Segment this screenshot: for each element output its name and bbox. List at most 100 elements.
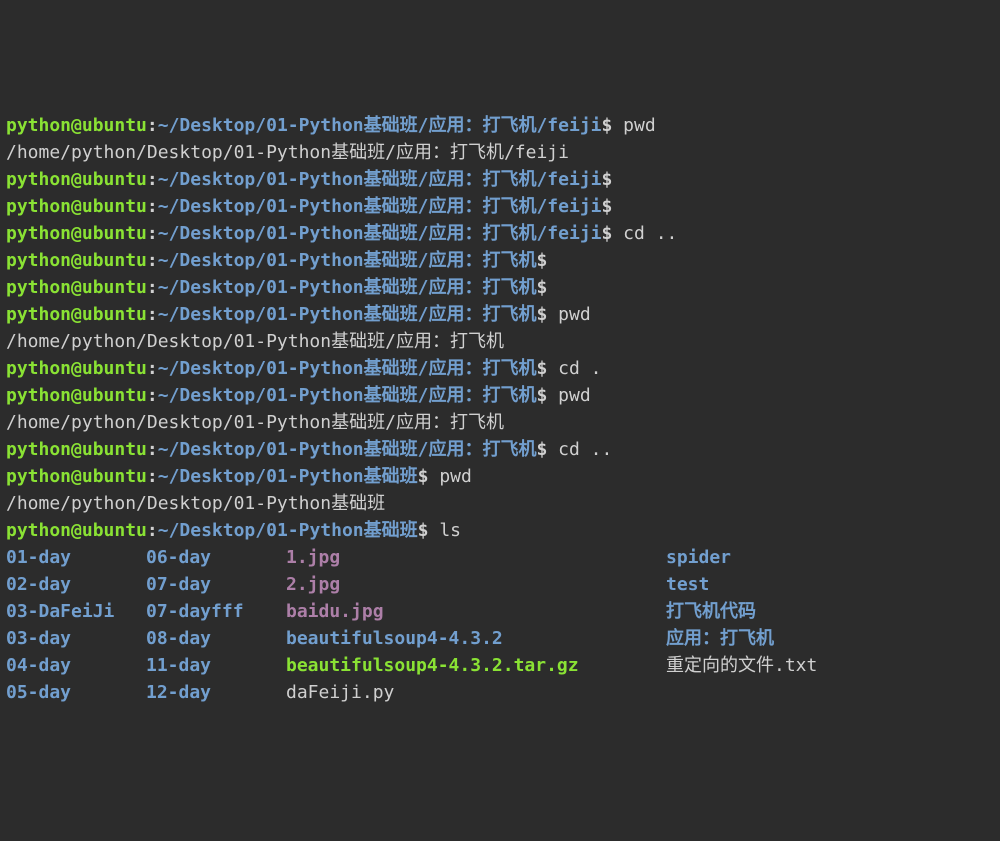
command-text[interactable]: cd .. [547,439,612,460]
output-text: /home/python/Desktop/01-Python基础班/应用：打飞机 [6,331,504,352]
command-text[interactable]: cd . [547,358,601,379]
terminal-line: python@ubuntu:~/Desktop/01-Python基础班/应用：… [6,220,994,247]
prompt-colon: : [147,439,158,460]
prompt-symbol: $ [536,439,547,460]
ls-row: 03-DaFeiJi07-dayfffbaidu.jpg打飞机代码 [6,598,994,625]
command-text[interactable]: pwd [612,115,655,136]
terminal-line: python@ubuntu:~/Desktop/01-Python基础班/应用：… [6,274,994,301]
command-text[interactable]: pwd [428,466,471,487]
prompt-colon: : [147,304,158,325]
prompt-symbol: $ [536,277,547,298]
prompt-user-host: python@ubuntu [6,169,147,190]
ls-item: 07-dayfff [146,598,286,625]
terminal-line: /home/python/Desktop/01-Python基础班/应用：打飞机 [6,328,994,355]
prompt-path: ~/Desktop/01-Python基础班 [158,466,418,487]
prompt-symbol: $ [602,196,613,217]
prompt-path: ~/Desktop/01-Python基础班/应用：打飞机/feiji [158,115,602,136]
ls-item: 1.jpg [286,544,666,571]
prompt-colon: : [147,277,158,298]
prompt-user-host: python@ubuntu [6,196,147,217]
prompt-colon: : [147,115,158,136]
terminal-line: python@ubuntu:~/Desktop/01-Python基础班/应用：… [6,247,994,274]
ls-item: 打飞机代码 [666,598,994,625]
prompt-path: ~/Desktop/01-Python基础班/应用：打飞机 [158,385,537,406]
prompt-colon: : [147,169,158,190]
prompt-user-host: python@ubuntu [6,385,147,406]
terminal-line: python@ubuntu:~/Desktop/01-Python基础班$ ls [6,517,994,544]
terminal-line: python@ubuntu:~/Desktop/01-Python基础班$ pw… [6,463,994,490]
prompt-colon: : [147,196,158,217]
prompt-symbol: $ [418,466,429,487]
prompt-colon: : [147,466,158,487]
ls-row: 03-day08-daybeautifulsoup4-4.3.2应用：打飞机 [6,625,994,652]
prompt-user-host: python@ubuntu [6,520,147,541]
ls-row: 04-day11-daybeautifulsoup4-4.3.2.tar.gz重… [6,652,994,679]
ls-row: 05-day12-daydaFeiji.py [6,679,994,706]
prompt-path: ~/Desktop/01-Python基础班/应用：打飞机 [158,439,537,460]
terminal-line: python@ubuntu:~/Desktop/01-Python基础班/应用：… [6,112,994,139]
command-text[interactable]: ls [428,520,461,541]
ls-item: 01-day [6,544,146,571]
prompt-path: ~/Desktop/01-Python基础班/应用：打飞机/feiji [158,223,602,244]
prompt-path: ~/Desktop/01-Python基础班/应用：打飞机 [158,277,537,298]
prompt-path: ~/Desktop/01-Python基础班/应用：打飞机 [158,358,537,379]
prompt-colon: : [147,520,158,541]
terminal-line: /home/python/Desktop/01-Python基础班/应用：打飞机 [6,409,994,436]
prompt-user-host: python@ubuntu [6,358,147,379]
prompt-symbol: $ [536,358,547,379]
ls-item: beautifulsoup4-4.3.2 [286,625,666,652]
output-text: /home/python/Desktop/01-Python基础班/应用：打飞机… [6,142,569,163]
prompt-symbol: $ [602,115,613,136]
ls-item: daFeiji.py [286,679,666,706]
prompt-user-host: python@ubuntu [6,115,147,136]
ls-item: spider [666,544,994,571]
prompt-user-host: python@ubuntu [6,250,147,271]
ls-item: 02-day [6,571,146,598]
ls-item: 重定向的文件.txt [666,652,994,679]
ls-item: 05-day [6,679,146,706]
ls-item: baidu.jpg [286,598,666,625]
ls-item: 04-day [6,652,146,679]
ls-item: 06-day [146,544,286,571]
prompt-symbol: $ [536,250,547,271]
ls-item: 12-day [146,679,286,706]
terminal-line: python@ubuntu:~/Desktop/01-Python基础班/应用：… [6,301,994,328]
prompt-user-host: python@ubuntu [6,304,147,325]
prompt-path: ~/Desktop/01-Python基础班/应用：打飞机 [158,304,537,325]
prompt-symbol: $ [602,223,613,244]
prompt-colon: : [147,358,158,379]
ls-item: beautifulsoup4-4.3.2.tar.gz [286,652,666,679]
ls-item: 应用：打飞机 [666,625,994,652]
ls-row: 02-day07-day2.jpgtest [6,571,994,598]
prompt-user-host: python@ubuntu [6,277,147,298]
ls-item: 03-day [6,625,146,652]
prompt-path: ~/Desktop/01-Python基础班/应用：打飞机/feiji [158,169,602,190]
prompt-symbol: $ [602,169,613,190]
terminal-output[interactable]: python@ubuntu:~/Desktop/01-Python基础班/应用：… [6,112,994,706]
prompt-symbol: $ [536,304,547,325]
prompt-path: ~/Desktop/01-Python基础班 [158,520,418,541]
terminal-line: python@ubuntu:~/Desktop/01-Python基础班/应用：… [6,355,994,382]
ls-item [666,679,994,706]
terminal-line: python@ubuntu:~/Desktop/01-Python基础班/应用：… [6,193,994,220]
terminal-line: /home/python/Desktop/01-Python基础班/应用：打飞机… [6,139,994,166]
ls-item: 11-day [146,652,286,679]
prompt-user-host: python@ubuntu [6,223,147,244]
output-text: /home/python/Desktop/01-Python基础班/应用：打飞机 [6,412,504,433]
ls-row: 01-day06-day1.jpgspider [6,544,994,571]
output-text: /home/python/Desktop/01-Python基础班 [6,493,385,514]
ls-item: 08-day [146,625,286,652]
prompt-user-host: python@ubuntu [6,466,147,487]
prompt-symbol: $ [418,520,429,541]
prompt-path: ~/Desktop/01-Python基础班/应用：打飞机 [158,250,537,271]
terminal-line: python@ubuntu:~/Desktop/01-Python基础班/应用：… [6,166,994,193]
command-text[interactable]: pwd [547,304,590,325]
prompt-colon: : [147,385,158,406]
ls-item: 2.jpg [286,571,666,598]
prompt-colon: : [147,250,158,271]
ls-item: 07-day [146,571,286,598]
command-text[interactable]: cd .. [612,223,677,244]
terminal-line: python@ubuntu:~/Desktop/01-Python基础班/应用：… [6,382,994,409]
command-text[interactable]: pwd [547,385,590,406]
ls-item: test [666,571,994,598]
